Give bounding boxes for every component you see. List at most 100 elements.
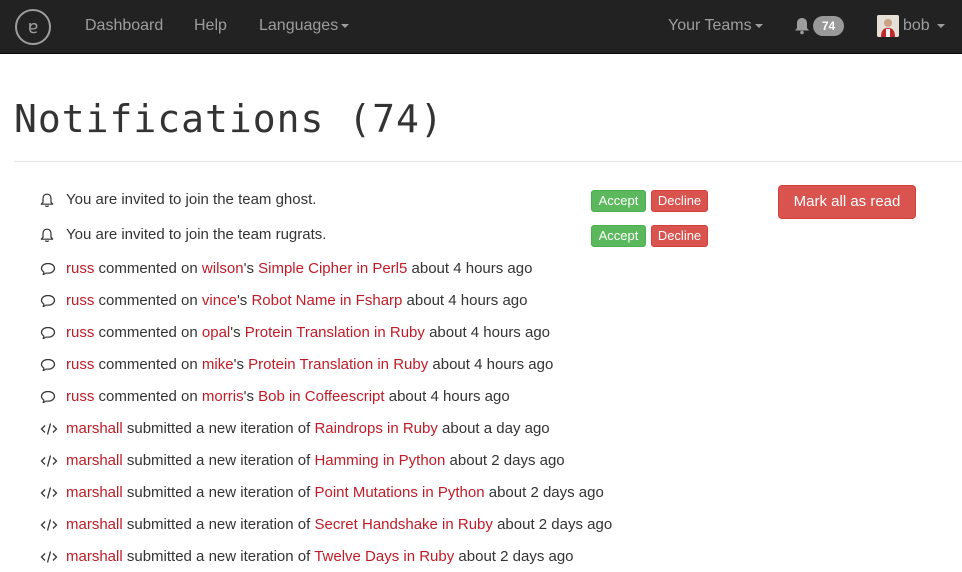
action-text: commented on — [94, 260, 202, 277]
action-text: submitted a new iteration of — [122, 484, 315, 501]
action-text: commented on — [94, 388, 202, 405]
action-text: commented on — [94, 356, 202, 373]
exercise-link[interactable]: Raindrops in Ruby — [314, 420, 437, 437]
comment-bubble-icon — [40, 293, 58, 309]
list-item: russ commented on wilson's Simple Cipher… — [40, 259, 532, 279]
notification-text: marshall submitted a new iteration of Po… — [66, 483, 604, 503]
exercise-link[interactable]: Protein Translation in Ruby — [245, 324, 425, 341]
action-text: submitted a new iteration of — [122, 420, 315, 437]
list-item: marshall submitted a new iteration of Se… — [40, 515, 612, 535]
nav-languages-dropdown[interactable]: Languages — [259, 16, 350, 36]
exercise-link[interactable]: Protein Translation in Ruby — [248, 356, 428, 373]
possessive-text: 's — [236, 292, 252, 309]
list-item: russ commented on vince's Robot Name in … — [40, 291, 527, 311]
timestamp: about 2 days ago — [454, 548, 574, 565]
username-label: bob — [903, 17, 930, 34]
code-icon — [40, 485, 58, 501]
bell-icon[interactable] — [794, 17, 810, 35]
user-link[interactable]: marshall — [66, 452, 123, 469]
user-link[interactable]: marshall — [66, 516, 123, 533]
bell-icon — [40, 227, 58, 243]
owner-link[interactable]: mike — [202, 356, 234, 373]
list-item: You are invited to join the team ghost. — [40, 190, 316, 210]
avatar[interactable] — [877, 15, 899, 37]
list-item: marshall submitted a new iteration of Po… — [40, 483, 604, 503]
code-icon — [40, 453, 58, 469]
chevron-down-icon — [754, 23, 763, 28]
nav-teams-label: Your Teams — [668, 17, 752, 34]
list-item: marshall submitted a new iteration of Tw… — [40, 547, 574, 567]
page-title: Notifications (74) — [14, 97, 444, 141]
notification-text: russ commented on mike's Protein Transla… — [66, 355, 553, 375]
possessive-text: 's — [230, 324, 245, 341]
user-link[interactable]: marshall — [66, 484, 123, 501]
invite-text: You are invited to join the team ghost. — [66, 191, 317, 208]
user-link[interactable]: russ — [66, 292, 94, 309]
top-navbar: ɐ Dashboard Help Languages Your Teams 74… — [0, 0, 962, 54]
user-link[interactable]: russ — [66, 324, 94, 341]
comment-bubble-icon — [40, 389, 58, 405]
timestamp: about 2 days ago — [484, 484, 604, 501]
nav-help-link[interactable]: Help — [194, 16, 227, 36]
timestamp: about 2 days ago — [445, 452, 565, 469]
mark-all-read-button[interactable]: Mark all as read — [778, 185, 916, 219]
code-icon — [40, 517, 58, 533]
owner-link[interactable]: vince — [202, 292, 237, 309]
nav-teams-dropdown[interactable]: Your Teams — [668, 16, 763, 36]
notification-count-badge[interactable]: 74 — [813, 16, 844, 36]
chevron-down-icon — [341, 23, 350, 28]
user-link[interactable]: marshall — [66, 420, 123, 437]
exercise-link[interactable]: Robot Name in Fsharp — [251, 292, 402, 309]
list-item: russ commented on mike's Protein Transla… — [40, 355, 553, 375]
action-text: commented on — [94, 292, 202, 309]
list-item: You are invited to join the team rugrats… — [40, 225, 326, 245]
action-text: submitted a new iteration of — [122, 516, 315, 533]
title-divider — [14, 161, 962, 162]
owner-link[interactable]: morris — [202, 388, 244, 405]
owner-link[interactable]: wilson — [202, 260, 244, 277]
exercise-link[interactable]: Secret Handshake in Ruby — [314, 516, 492, 533]
possessive-text: 's — [243, 260, 259, 277]
notification-text: russ commented on morris's Bob in Coffee… — [66, 387, 510, 407]
user-link[interactable]: russ — [66, 356, 94, 373]
accept-invite-button[interactable]: Accept — [591, 190, 646, 212]
exercise-link[interactable]: Twelve Days in Ruby — [314, 548, 454, 565]
action-text: submitted a new iteration of — [122, 452, 315, 469]
exercism-logo[interactable]: ɐ — [15, 9, 51, 45]
notification-text: russ commented on wilson's Simple Cipher… — [66, 259, 532, 279]
timestamp: about 4 hours ago — [384, 388, 510, 405]
user-menu-dropdown[interactable]: bob — [903, 16, 945, 36]
user-link[interactable]: russ — [66, 260, 94, 277]
nav-languages-label: Languages — [259, 17, 339, 34]
chevron-down-icon — [936, 23, 945, 28]
notification-text: marshall submitted a new iteration of Ra… — [66, 419, 550, 439]
notification-text: russ commented on vince's Robot Name in … — [66, 291, 527, 311]
notification-text: marshall submitted a new iteration of Tw… — [66, 547, 574, 567]
list-item: marshall submitted a new iteration of Ra… — [40, 419, 550, 439]
exercise-link[interactable]: Point Mutations in Python — [314, 484, 484, 501]
exercise-link[interactable]: Bob in Coffeescript — [258, 388, 384, 405]
timestamp: about a day ago — [437, 420, 550, 437]
exercise-link[interactable]: Hamming in Python — [314, 452, 445, 469]
action-text: commented on — [94, 324, 202, 341]
timestamp: about 4 hours ago — [402, 292, 528, 309]
list-item: russ commented on morris's Bob in Coffee… — [40, 387, 510, 407]
exercise-link[interactable]: Simple Cipher in Perl5 — [258, 260, 407, 277]
user-link[interactable]: marshall — [66, 548, 123, 565]
possessive-text: 's — [243, 388, 259, 405]
timestamp: about 4 hours ago — [407, 260, 533, 277]
action-text: submitted a new iteration of — [122, 548, 315, 565]
decline-invite-button[interactable]: Decline — [651, 190, 708, 212]
notification-text: marshall submitted a new iteration of Ha… — [66, 451, 565, 471]
owner-link[interactable]: opal — [202, 324, 230, 341]
list-item: russ commented on opal's Protein Transla… — [40, 323, 550, 343]
accept-invite-button[interactable]: Accept — [591, 225, 646, 247]
timestamp: about 4 hours ago — [428, 356, 554, 373]
nav-dashboard-link[interactable]: Dashboard — [85, 16, 163, 36]
comment-bubble-icon — [40, 261, 58, 277]
possessive-text: 's — [233, 356, 249, 373]
decline-invite-button[interactable]: Decline — [651, 225, 708, 247]
bell-icon — [40, 192, 58, 208]
code-icon — [40, 421, 58, 437]
user-link[interactable]: russ — [66, 388, 94, 405]
